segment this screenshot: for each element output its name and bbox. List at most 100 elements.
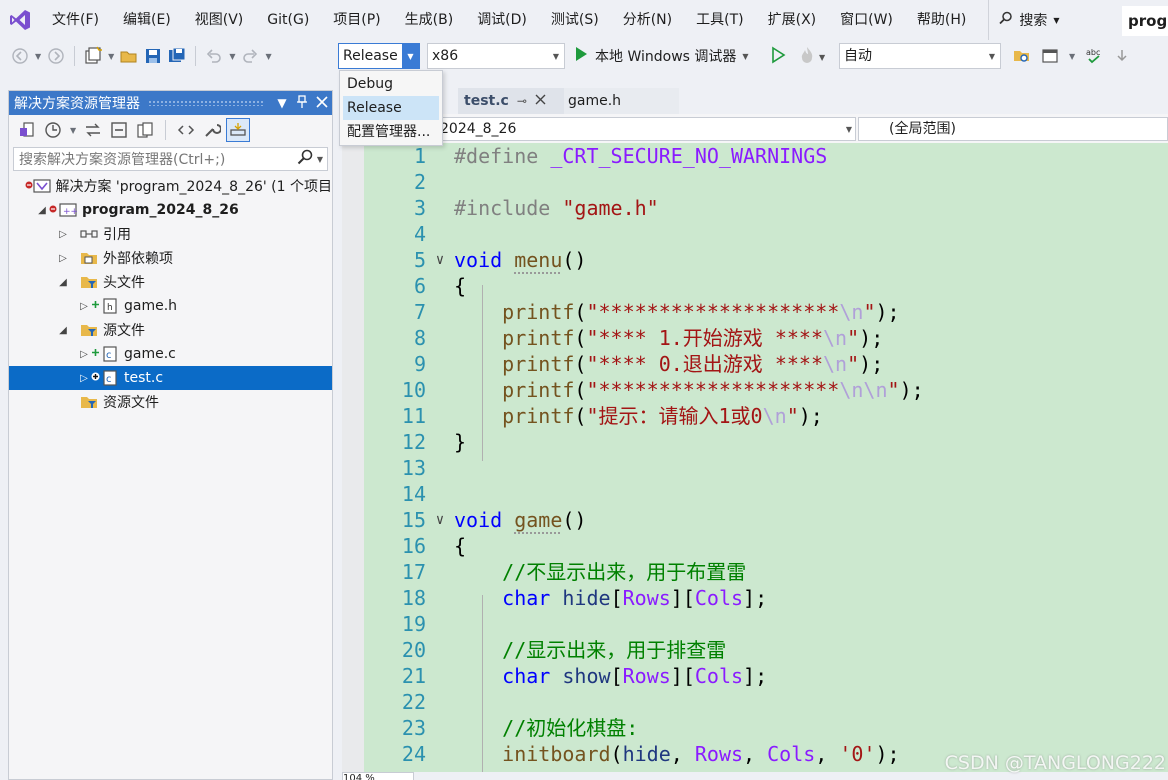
code-line[interactable]: 10 printf("********************\n\n"); [364,377,1168,403]
show-all-files-icon[interactable] [133,118,157,142]
code-lines[interactable]: 1 #define _CRT_SECURE_NO_WARNINGS 2 3 #inc… [364,143,1168,767]
code-line[interactable]: 23 //初始化棋盘: [364,715,1168,741]
tab-game-h[interactable]: game.h [564,88,679,114]
chevron-down-icon[interactable]: ▼ [35,52,41,61]
search-input[interactable]: 搜索解决方案资源管理器(Ctrl+;) [14,149,297,169]
tree-item[interactable]: ▷ c test.c [9,366,332,390]
chevron-down-icon[interactable]: ▼ [548,44,564,68]
solution-search-box[interactable]: 搜索解决方案资源管理器(Ctrl+;) ▼ [13,147,328,171]
zoom-select[interactable]: 104 % [342,772,414,780]
code-line[interactable]: 9 printf("**** 0.退出游戏 ****\n"); [364,351,1168,377]
code-line[interactable]: 7 printf("********************\n"); [364,299,1168,325]
spell-check-icon[interactable]: abc [1083,45,1105,67]
open-folder-icon[interactable] [118,45,140,67]
fold-toggle-icon[interactable]: ∨ [426,507,454,533]
menu-item[interactable]: 扩展(X) [756,0,829,40]
chevron-down-icon[interactable]: ▼ [70,126,76,135]
tree-item[interactable]: ▷ h game.h [9,294,332,318]
collapsed-arrow-icon[interactable]: ▷ [57,229,69,240]
collapsed-arrow-icon[interactable]: ▷ [57,253,69,264]
chevron-down-icon[interactable]: ▼ [819,53,825,62]
collapsed-arrow-icon[interactable]: ▷ [78,349,90,360]
overflow-icon[interactable] [1111,45,1133,67]
pin-icon[interactable]: ⊸ [517,88,527,114]
visual-studio-logo-icon[interactable] [0,0,40,40]
properties-wrench-icon[interactable] [200,118,224,142]
chevron-down-icon[interactable]: ▼ [317,155,323,164]
menu-item[interactable]: Git(G) [255,0,321,40]
new-project-icon[interactable] [82,45,104,67]
chevron-down-icon[interactable]: ▼ [1069,52,1075,61]
expanded-arrow-icon[interactable]: ◢ [57,277,69,288]
hot-reload-button[interactable]: ▼ [798,45,825,69]
tree-item[interactable]: ▷ 外部依赖项 [9,246,332,270]
switch-views-icon[interactable] [15,118,39,142]
menu-item[interactable]: 项目(P) [321,0,392,40]
code-line[interactable]: 3 #include "game.h" [364,195,1168,221]
code-line[interactable]: 16{ [364,533,1168,559]
menu-item[interactable]: 工具(T) [684,0,755,40]
code-line[interactable]: 4 [364,221,1168,247]
code-area[interactable]: 1 #define _CRT_SECURE_NO_WARNINGS 2 3 #inc… [342,143,1168,773]
code-line[interactable]: 11 printf("提示：请输入1或0\n"); [364,403,1168,429]
drag-handle[interactable] [148,100,264,106]
tree-item[interactable]: ◢ 源文件 [9,318,332,342]
collapse-all-icon[interactable] [107,118,131,142]
code-line[interactable]: 18 char hide[Rows][Cols]; [364,585,1168,611]
code-line[interactable]: 8 printf("**** 1.开始游戏 ****\n"); [364,325,1168,351]
close-icon[interactable] [312,95,332,111]
code-line[interactable]: 14 [364,481,1168,507]
code-line[interactable]: 19 [364,611,1168,637]
navigate-back-icon[interactable] [9,45,31,67]
solution-platform-select[interactable]: x86 ▼ [427,43,565,69]
startup-item-select[interactable]: 自动 ▼ [839,43,1001,69]
chevron-down-icon[interactable]: ▼ [265,52,271,61]
code-line[interactable]: 12} [364,429,1168,455]
chevron-down-icon[interactable]: ▼ [984,44,1000,68]
expanded-arrow-icon[interactable]: ◢ [57,325,69,336]
tree-item[interactable]: ▷ c game.c [9,342,332,366]
fold-toggle-icon[interactable]: ∨ [426,247,454,273]
menu-item[interactable]: 编辑(E) [111,0,183,40]
code-line[interactable]: 21 char show[Rows][Cols]; [364,663,1168,689]
chevron-down-icon[interactable]: ▼ [742,52,748,61]
menu-item[interactable]: 帮助(H) [905,0,978,40]
code-line[interactable]: 20 //显示出来，用于排查雷 [364,637,1168,663]
tree-item[interactable]: ◢ 头文件 [9,270,332,294]
code-line[interactable]: 15 ∨ void game() [364,507,1168,533]
code-line[interactable]: 22 [364,689,1168,715]
solution-configuration-select[interactable]: Release ▼ [338,43,420,69]
code-line[interactable]: 17 //不显示出来，用于布置雷 [364,559,1168,585]
start-without-debugging-icon[interactable] [770,46,786,68]
tree-item[interactable]: 解决方案 'program_2024_8_26' (1 个项目 [9,174,332,198]
tree-item[interactable]: ◢ ++ program_2024_8_26 [9,198,332,222]
collapsed-arrow-icon[interactable]: ▷ [78,373,90,384]
tree-item[interactable]: ▷ 引用 [9,222,332,246]
menu-item[interactable]: 文件(F) [40,0,111,40]
menu-item[interactable]: 视图(V) [183,0,256,40]
pending-changes-filter-icon[interactable] [41,118,65,142]
dropdown-option-configuration-manager[interactable]: 配置管理器... [340,120,442,144]
chevron-down-icon[interactable]: ▼ [229,52,235,61]
window-layout-icon[interactable] [1039,45,1061,67]
redo-icon[interactable] [239,45,261,67]
menu-item[interactable]: 测试(S) [539,0,611,40]
chevron-down-icon[interactable]: ▼ [846,125,852,134]
scope-navigation-select[interactable]: (全局范围) [858,117,1168,141]
save-icon[interactable] [142,45,164,67]
pin-icon[interactable] [292,94,312,112]
chevron-down-icon[interactable]: ▼ [402,44,419,68]
dropdown-option-release[interactable]: Release [343,96,439,120]
tree-item[interactable]: 资源文件 [9,390,332,414]
window-position-icon[interactable]: ▼ [272,96,292,110]
chevron-down-icon[interactable]: ▼ [108,52,114,61]
view-code-icon[interactable] [174,118,198,142]
tab-test-c[interactable]: test.c ⊸ [458,88,564,114]
code-line[interactable]: 1 #define _CRT_SECURE_NO_WARNINGS [364,143,1168,169]
dropdown-option-debug[interactable]: Debug [340,72,442,96]
preview-selected-items-icon[interactable] [226,118,251,142]
sync-with-active-document-icon[interactable] [81,118,105,142]
find-in-files-icon[interactable] [1011,45,1033,67]
code-line[interactable]: 13 [364,455,1168,481]
menu-item[interactable]: 生成(B) [393,0,466,40]
